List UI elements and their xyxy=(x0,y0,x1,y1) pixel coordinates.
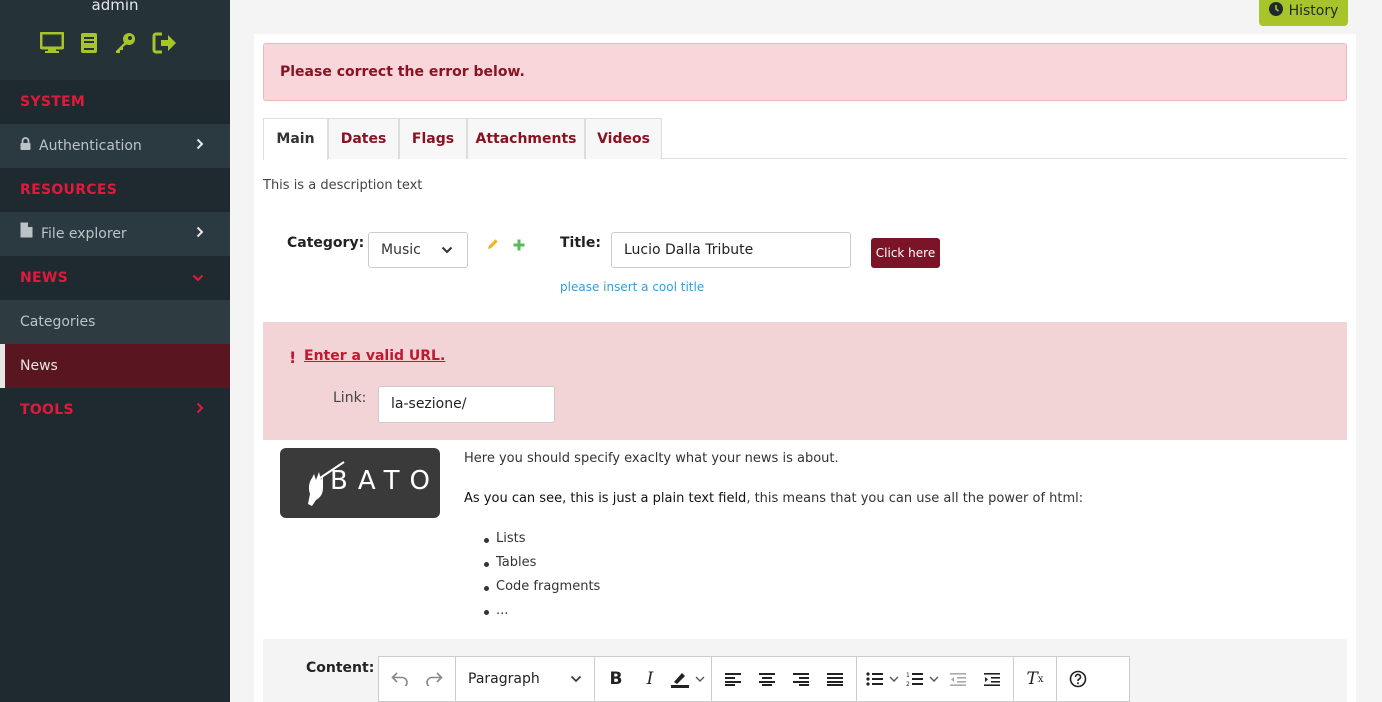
key-icon[interactable] xyxy=(114,32,136,54)
exclamation-icon: ! xyxy=(289,348,297,367)
tab-videos[interactable]: Videos xyxy=(585,118,662,159)
logout-icon[interactable] xyxy=(152,32,178,54)
chevron-right-icon xyxy=(196,124,204,168)
align-justify-icon[interactable] xyxy=(818,662,852,696)
chevron-right-icon xyxy=(196,388,204,432)
help-group xyxy=(1057,657,1099,701)
category-value: Music xyxy=(381,242,421,258)
link-input[interactable]: la-sezione/ xyxy=(378,386,555,423)
category-select[interactable]: Music xyxy=(368,232,468,268)
align-center-icon[interactable] xyxy=(750,662,784,696)
clear-format-group: Tx xyxy=(1014,657,1057,701)
chevron-down-icon xyxy=(441,233,453,267)
book-icon[interactable] xyxy=(80,32,98,54)
chevron-down-icon xyxy=(192,256,204,300)
history-group xyxy=(379,657,456,701)
list-item: Code fragments xyxy=(483,579,601,594)
list-item: Lists xyxy=(484,531,526,546)
align-left-icon[interactable] xyxy=(716,662,750,696)
align-right-icon[interactable] xyxy=(784,662,818,696)
outdent-icon[interactable] xyxy=(941,662,975,696)
chevron-down-icon xyxy=(570,671,582,687)
sidebar-item-news[interactable]: News xyxy=(0,344,230,388)
numbered-list-icon[interactable]: 12 xyxy=(901,662,927,696)
sidebar-section-system: SYSTEM xyxy=(0,80,230,124)
logo-text: BATON xyxy=(330,466,470,496)
undo-icon[interactable] xyxy=(383,662,417,696)
history-label: History xyxy=(1288,3,1339,19)
highlight-icon[interactable] xyxy=(667,662,693,696)
tab-attachments[interactable]: Attachments xyxy=(467,118,585,159)
title-help-text: please insert a cool title xyxy=(560,280,705,294)
tab-main[interactable]: Main xyxy=(263,118,328,160)
description-text: This is a description text xyxy=(263,178,423,193)
tab-dates[interactable]: Dates xyxy=(328,118,399,159)
file-icon xyxy=(20,212,33,256)
sidebar: admin SYSTEM Authentication RESOURCES Fi… xyxy=(0,0,230,702)
block-format-select[interactable]: Paragraph xyxy=(460,662,590,696)
clock-icon xyxy=(1268,2,1283,20)
user-panel: admin xyxy=(0,0,230,80)
sidebar-item-label: Categories xyxy=(20,314,96,330)
indent-icon[interactable] xyxy=(975,662,1009,696)
redo-icon[interactable] xyxy=(417,662,451,696)
user-actions xyxy=(40,32,178,54)
sidebar-item-categories[interactable]: Categories xyxy=(0,300,230,344)
username: admin xyxy=(91,0,139,14)
category-label: Category: xyxy=(287,235,365,251)
chevron-right-icon xyxy=(196,212,204,256)
title-input[interactable]: Lucio Dalla Tribute xyxy=(611,232,851,268)
sidebar-item-label: File explorer xyxy=(41,226,127,242)
svg-text:2: 2 xyxy=(906,681,910,687)
add-category-icon[interactable] xyxy=(513,236,525,255)
clear-formatting-icon[interactable]: Tx xyxy=(1018,662,1052,696)
list-group: 12 xyxy=(857,657,1014,701)
block-format-value: Paragraph xyxy=(468,671,540,687)
lock-icon xyxy=(20,124,31,168)
section-label: NEWS xyxy=(20,270,69,286)
info-paragraph-2: As you can see, this is just a plain tex… xyxy=(464,491,1083,506)
sidebar-item-label: Authentication xyxy=(39,138,142,154)
list-item: Tables xyxy=(483,555,537,570)
info-rest-text: , this means that you can use all the po… xyxy=(746,491,1084,506)
tab-flags[interactable]: Flags xyxy=(399,118,467,159)
title-label: Title: xyxy=(560,235,601,251)
list-item: ... xyxy=(483,603,509,618)
help-icon[interactable] xyxy=(1061,662,1095,696)
editor-toolbar: Paragraph B I 1 2 T x xyxy=(378,656,1130,702)
italic-icon[interactable]: I xyxy=(633,662,667,696)
edit-category-icon[interactable] xyxy=(487,238,499,254)
tab-bar: Main Dates Flags Attachments Videos xyxy=(263,118,1347,160)
click-here-button[interactable]: Click here xyxy=(871,238,940,268)
content-label: Content: xyxy=(306,660,375,676)
sidebar-section-resources: RESOURCES xyxy=(0,168,230,212)
bold-icon[interactable]: B xyxy=(599,662,633,696)
sidebar-item-label: News xyxy=(20,358,58,374)
info-bold-text: As you can see, this is just a plain tex… xyxy=(464,491,747,506)
link-error-message: Enter a valid URL. xyxy=(304,348,446,364)
section-label: RESOURCES xyxy=(20,182,118,198)
sidebar-item-file-explorer[interactable]: File explorer xyxy=(0,212,230,256)
chevron-down-icon[interactable] xyxy=(693,676,707,683)
section-label: SYSTEM xyxy=(20,94,86,110)
error-banner: Please correct the error below. xyxy=(263,43,1347,101)
sidebar-section-tools[interactable]: TOOLS xyxy=(0,388,230,432)
chevron-down-icon[interactable] xyxy=(887,676,901,683)
format-group: B I xyxy=(595,657,712,701)
align-group xyxy=(712,657,857,701)
sidebar-section-news[interactable]: NEWS xyxy=(0,256,230,300)
chevron-down-icon[interactable] xyxy=(927,676,941,683)
sidebar-item-authentication[interactable]: Authentication xyxy=(0,124,230,168)
svg-text:1: 1 xyxy=(906,672,910,679)
block-format-group: Paragraph xyxy=(456,657,595,701)
monitor-icon[interactable] xyxy=(40,32,64,54)
history-button[interactable]: History xyxy=(1259,0,1348,26)
bullet-list-icon[interactable] xyxy=(861,662,887,696)
info-paragraph-1: Here you should specify exaclty what you… xyxy=(464,451,839,466)
link-label: Link: xyxy=(333,390,367,406)
section-label: TOOLS xyxy=(20,402,74,418)
